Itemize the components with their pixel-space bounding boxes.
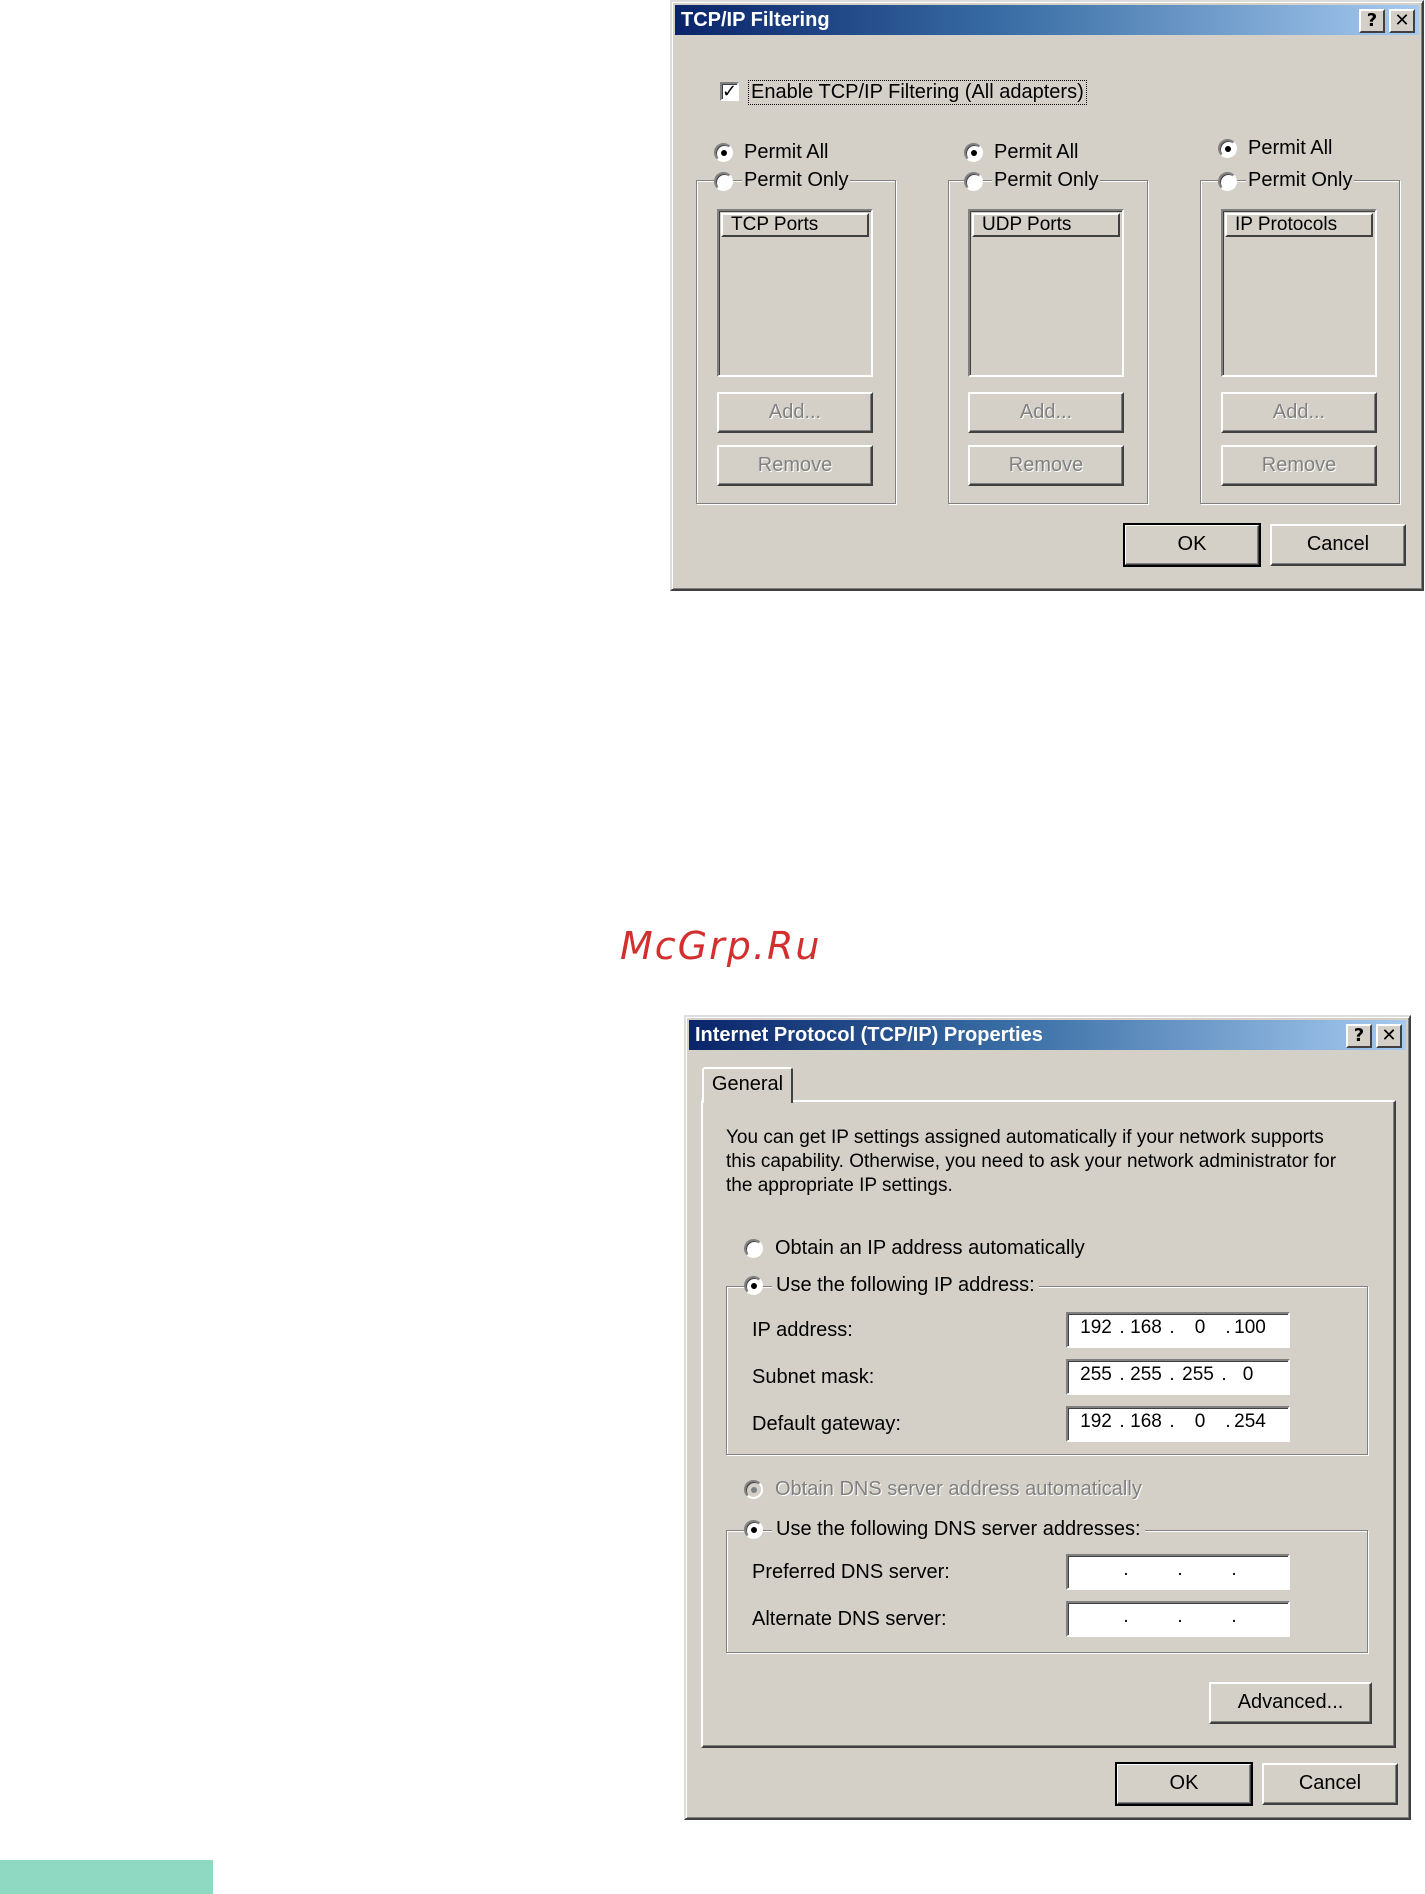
- tcp-permit-all-label[interactable]: Permit All: [744, 141, 828, 164]
- ip-remove-button[interactable]: Remove: [1221, 445, 1377, 486]
- subnet-mask-field[interactable]: 255. 255. 255. 0: [1066, 1359, 1290, 1395]
- watermark: McGrp.Ru: [620, 924, 822, 968]
- ip-permit-all-label[interactable]: Permit All: [1248, 137, 1332, 160]
- use-following-ip-label[interactable]: Use the following IP address:: [772, 1274, 1039, 1297]
- tcp-permit-only-radio[interactable]: [714, 172, 733, 191]
- ip-protocols-header[interactable]: IP Protocols: [1225, 213, 1373, 237]
- ok-button[interactable]: OK: [1123, 523, 1261, 567]
- enable-filtering-checkbox[interactable]: ✓: [720, 82, 739, 101]
- tcp-ports-list[interactable]: TCP Ports: [717, 209, 873, 377]
- udp-ports-list[interactable]: UDP Ports: [968, 209, 1124, 377]
- use-following-dns-label[interactable]: Use the following DNS server addresses:: [772, 1518, 1145, 1541]
- udp-remove-button[interactable]: Remove: [968, 445, 1124, 486]
- enable-filtering-label[interactable]: Enable TCP/IP Filtering (All adapters): [748, 80, 1087, 105]
- default-gateway-field[interactable]: 192. 168. 0. 254: [1066, 1406, 1290, 1442]
- description-line-3: the appropriate IP settings.: [726, 1175, 953, 1196]
- ip-add-button[interactable]: Add...: [1221, 392, 1377, 433]
- close-icon: ✕: [1394, 10, 1410, 31]
- udp-ports-header[interactable]: UDP Ports: [972, 213, 1120, 237]
- preferred-dns-field[interactable]: . . .: [1066, 1554, 1290, 1590]
- tcpip-filtering-dialog: TCP/IP Filtering ? ✕ ✓ Enable TCP/IP Fil…: [670, 0, 1424, 591]
- ip-protocols-list[interactable]: IP Protocols: [1221, 209, 1377, 377]
- dialog-title: TCP/IP Filtering: [681, 9, 830, 31]
- cancel-button[interactable]: Cancel: [1270, 524, 1406, 566]
- tcp-remove-button[interactable]: Remove: [717, 445, 873, 486]
- udp-permit-all-radio[interactable]: [964, 143, 983, 162]
- preferred-dns-label: Preferred DNS server:: [752, 1561, 950, 1583]
- udp-permit-only-label[interactable]: Permit Only: [992, 169, 1101, 192]
- title-bar[interactable]: TCP/IP Filtering ? ✕: [675, 5, 1419, 35]
- description-line-2: this capability. Otherwise, you need to …: [726, 1151, 1337, 1172]
- obtain-ip-auto-label[interactable]: Obtain an IP address automatically: [775, 1237, 1085, 1260]
- tab-general[interactable]: General: [702, 1067, 793, 1103]
- tcp-add-button[interactable]: Add...: [717, 392, 873, 433]
- cancel-button[interactable]: Cancel: [1262, 1763, 1398, 1805]
- alternate-dns-field[interactable]: . . .: [1066, 1601, 1290, 1637]
- subnet-mask-label: Subnet mask:: [752, 1366, 875, 1388]
- close-button[interactable]: ✕: [1389, 9, 1415, 33]
- tcpip-properties-dialog: Internet Protocol (TCP/IP) Properties ? …: [684, 1015, 1411, 1820]
- obtain-dns-auto-label[interactable]: Obtain DNS server address automatically: [775, 1478, 1142, 1501]
- tcp-permit-only-label[interactable]: Permit Only: [742, 169, 851, 192]
- udp-permit-all-label[interactable]: Permit All: [994, 141, 1078, 164]
- use-following-dns-radio[interactable]: [744, 1520, 763, 1539]
- udp-permit-only-radio[interactable]: [964, 172, 983, 191]
- help-icon: ?: [1353, 1025, 1365, 1046]
- help-icon: ?: [1366, 10, 1378, 31]
- dialog-title: Internet Protocol (TCP/IP) Properties: [695, 1024, 1043, 1046]
- help-button[interactable]: ?: [1359, 9, 1385, 33]
- tcp-permit-all-radio[interactable]: [714, 143, 733, 162]
- default-gateway-label: Default gateway:: [752, 1413, 901, 1435]
- close-button[interactable]: ✕: [1376, 1024, 1402, 1048]
- obtain-ip-auto-radio[interactable]: [744, 1239, 763, 1258]
- use-following-ip-radio[interactable]: [744, 1276, 763, 1295]
- page-accent-bar: [0, 1860, 213, 1894]
- ip-permit-only-radio[interactable]: [1218, 172, 1237, 191]
- tcp-ports-header[interactable]: TCP Ports: [721, 213, 869, 237]
- ip-permit-all-radio[interactable]: [1218, 139, 1237, 158]
- udp-add-button[interactable]: Add...: [968, 392, 1124, 433]
- obtain-dns-auto-radio[interactable]: [744, 1480, 763, 1499]
- alternate-dns-label: Alternate DNS server:: [752, 1608, 947, 1630]
- title-bar[interactable]: Internet Protocol (TCP/IP) Properties ? …: [689, 1020, 1406, 1050]
- close-icon: ✕: [1381, 1025, 1397, 1046]
- ip-address-field[interactable]: 192. 168. 0. 100: [1066, 1312, 1290, 1348]
- advanced-button[interactable]: Advanced...: [1209, 1682, 1372, 1724]
- description-line-1: You can get IP settings assigned automat…: [726, 1127, 1324, 1148]
- ip-address-label: IP address:: [752, 1319, 853, 1341]
- ok-button[interactable]: OK: [1115, 1762, 1253, 1806]
- ip-permit-only-label[interactable]: Permit Only: [1246, 169, 1355, 192]
- help-button[interactable]: ?: [1346, 1024, 1372, 1048]
